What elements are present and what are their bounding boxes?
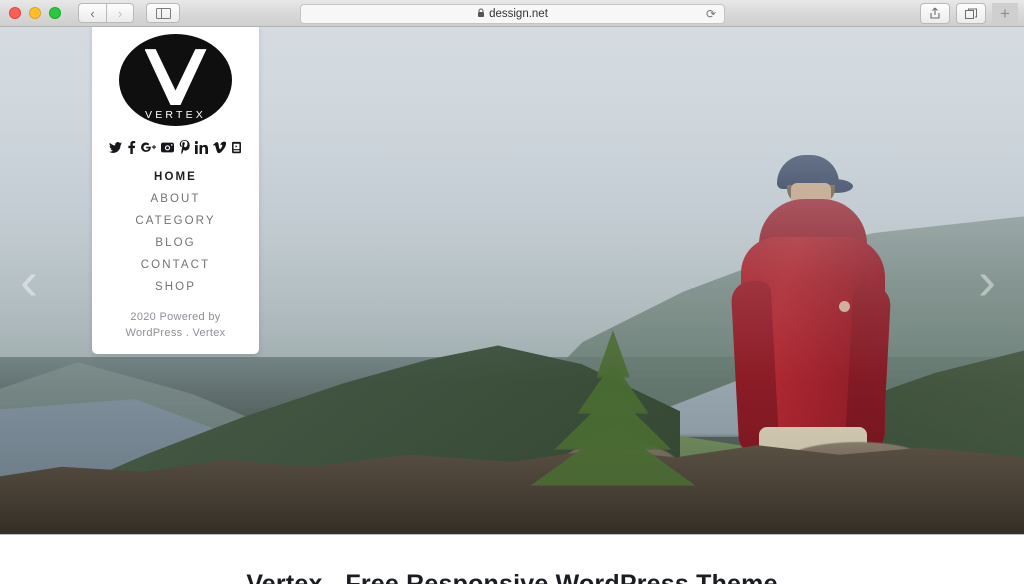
social-link-instagram[interactable]	[161, 141, 174, 154]
sidebar-toggle-button[interactable]	[146, 3, 180, 23]
show-tabs-button[interactable]	[956, 3, 986, 24]
conifer-sapling	[528, 330, 698, 490]
social-link-facebook[interactable]	[127, 140, 136, 154]
social-link-linkedin[interactable]	[195, 140, 208, 154]
jacket-logo	[839, 301, 850, 312]
nav-item-home[interactable]: HOME	[92, 166, 259, 188]
instagram-icon	[161, 142, 174, 152]
lock-icon	[477, 8, 485, 20]
toolbar-right-group: +	[920, 3, 1018, 24]
social-link-twitter[interactable]	[109, 141, 122, 154]
site-sidebar: VERTEX HOME ABOUT CATEGORY BLOG CONTACT …	[92, 27, 259, 354]
site-logo[interactable]: VERTEX	[119, 34, 232, 127]
page-title: Vertex - Free Responsive WordPress Theme	[246, 570, 778, 584]
navigation-buttons: ‹ ›	[78, 3, 134, 23]
tabs-icon	[964, 8, 977, 19]
nav-item-contact[interactable]: CONTACT	[92, 254, 259, 276]
minimize-window-button[interactable]	[29, 7, 41, 19]
content-section: Vertex - Free Responsive WordPress Theme	[0, 536, 1024, 584]
nav-item-shop[interactable]: SHOP	[92, 276, 259, 298]
new-tab-button[interactable]: +	[992, 3, 1018, 24]
browser-chrome: ‹ › dessign.net ⟳ +	[0, 0, 1024, 27]
vimeo-icon	[213, 141, 226, 153]
nav-item-blog[interactable]: BLOG	[92, 232, 259, 254]
credit-line-one: 2020 Powered by	[130, 311, 221, 324]
google-plus-icon	[141, 142, 156, 152]
nav-item-about[interactable]: ABOUT	[92, 188, 259, 210]
logo-wordmark: VERTEX	[144, 109, 207, 122]
maximize-window-button[interactable]	[49, 7, 61, 19]
slider-next-arrow-icon[interactable]: ›	[978, 254, 996, 308]
address-bar-url: dessign.net	[489, 8, 548, 20]
primary-navigation: HOME ABOUT CATEGORY BLOG CONTACT SHOP	[92, 166, 259, 298]
sidebar-icon	[155, 7, 171, 19]
social-link-google-plus[interactable]	[141, 141, 156, 154]
back-button[interactable]: ‹	[78, 3, 106, 23]
social-link-vimeo[interactable]	[213, 141, 226, 154]
page-viewport: ‹ › VERTEX HOME ABOUT CATEGORY BLOG CONT…	[0, 27, 1024, 584]
twitter-icon	[109, 141, 122, 153]
pinterest-icon	[179, 140, 190, 155]
sapling-tier-base	[530, 426, 696, 486]
linkedin-icon	[195, 140, 208, 154]
forward-button[interactable]: ›	[106, 3, 134, 23]
nav-item-category[interactable]: CATEGORY	[92, 210, 259, 232]
slider-prev-arrow-icon[interactable]: ‹	[20, 254, 38, 308]
credit-line-two: WordPress . Vertex	[125, 327, 226, 340]
window-controls	[9, 7, 61, 19]
youtube-icon	[232, 141, 241, 153]
site-credit: 2020 Powered by WordPress . Vertex	[126, 310, 226, 354]
share-button[interactable]	[920, 3, 950, 24]
share-icon	[930, 7, 940, 19]
reload-icon[interactable]: ⟳	[706, 8, 716, 20]
facebook-icon	[128, 140, 136, 154]
social-links	[109, 140, 242, 155]
close-window-button[interactable]	[9, 7, 21, 19]
hero-slider: ‹ › VERTEX HOME ABOUT CATEGORY BLOG CONT…	[0, 27, 1024, 535]
social-link-pinterest[interactable]	[179, 140, 190, 155]
logo-v-mark-icon	[144, 49, 207, 106]
social-link-youtube[interactable]	[231, 141, 242, 154]
address-bar[interactable]: dessign.net ⟳	[300, 4, 725, 24]
